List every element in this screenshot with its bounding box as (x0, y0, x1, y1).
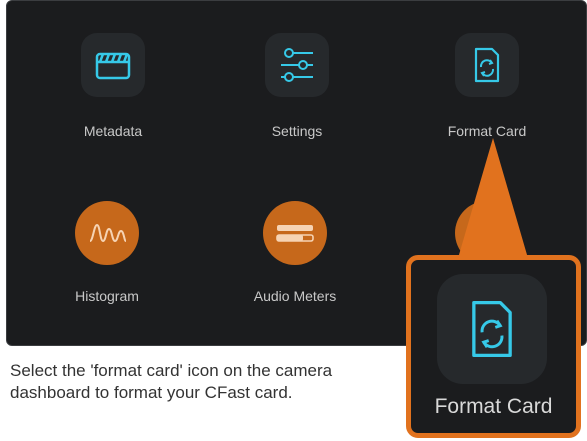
audio-meters-label: Audio Meters (253, 288, 337, 304)
settings-button[interactable] (265, 33, 329, 97)
sliders-icon (281, 48, 313, 82)
metadata-button[interactable] (81, 33, 145, 97)
audio-meters-button[interactable] (263, 201, 327, 265)
histogram-label: Histogram (75, 288, 139, 304)
audio-meters-icon (276, 225, 314, 242)
frame-guides-icon (472, 222, 502, 244)
settings-label: Settings (271, 123, 323, 139)
histogram-wave-icon (89, 223, 127, 243)
format-card-callout: Format Card (406, 255, 581, 438)
instruction-caption: Select the 'format card' icon on the cam… (10, 361, 333, 402)
format-card-icon (472, 300, 512, 358)
clapperboard-icon (95, 52, 131, 80)
format-card-callout-tile[interactable] (437, 274, 547, 384)
histogram-button[interactable] (75, 201, 139, 265)
format-card-callout-label: Format Card (434, 395, 553, 418)
format-card-label: Format Card (447, 123, 527, 139)
format-card-icon (474, 47, 500, 83)
format-card-button[interactable] (455, 33, 519, 97)
metadata-label: Metadata (83, 123, 143, 139)
